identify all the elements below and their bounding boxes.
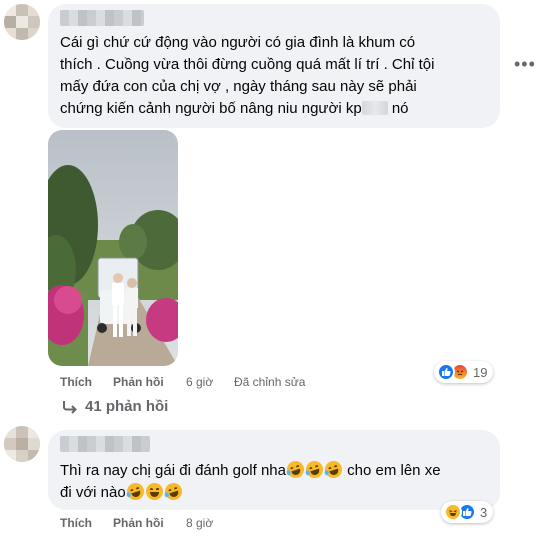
comment-text-segment: Thì ra nay chị gái đi đánh golf nha bbox=[60, 462, 286, 479]
comment-text-line: đi với nào bbox=[60, 480, 184, 503]
reply-arrow-icon bbox=[63, 400, 77, 414]
reaction-summary[interactable]: 19 bbox=[434, 361, 494, 383]
rofl-emoji bbox=[303, 458, 326, 481]
comment-bubble: Thì ra nay chị gái đi đánh golf nha cho … bbox=[48, 430, 500, 510]
like-icon bbox=[437, 363, 455, 381]
reaction-count: 19 bbox=[473, 364, 488, 380]
like-button[interactable]: Thích bbox=[60, 374, 92, 390]
comment-text-segment: chứng kiến cảnh người bố nâng niu người … bbox=[60, 100, 362, 117]
redacted-word bbox=[361, 101, 388, 115]
reply-button[interactable]: Phản hồi bbox=[113, 374, 164, 390]
reaction-count: 3 bbox=[480, 504, 488, 520]
like-button[interactable]: Thích bbox=[60, 515, 92, 531]
commenter-avatar[interactable] bbox=[4, 4, 40, 40]
replies-count-label: 41 phản hồi bbox=[85, 398, 169, 415]
reply-button[interactable]: Phản hồi bbox=[113, 515, 164, 531]
commenter-avatar[interactable] bbox=[4, 426, 40, 462]
comment-bubble: Cái gì chứ cứ động vào người có gia đình… bbox=[48, 4, 500, 128]
view-replies-button[interactable]: 41 phản hồi bbox=[62, 398, 168, 415]
timestamp[interactable]: 6 giờ bbox=[186, 374, 213, 390]
reaction-summary[interactable]: 3 bbox=[441, 501, 494, 523]
comment-text-line: Thì ra nay chị gái đi đánh golf nha cho … bbox=[60, 458, 441, 481]
comment-text-line: mấy đứa con của chị vợ , ngày tháng sau … bbox=[60, 78, 417, 95]
comment-text-line: chứng kiến cảnh người bố nâng niu người … bbox=[60, 98, 409, 119]
haha-icon bbox=[444, 503, 462, 521]
comment-text-segment: đi với nào bbox=[60, 484, 126, 501]
golf-course-image bbox=[48, 130, 178, 366]
commenter-name[interactable] bbox=[60, 10, 144, 26]
edited-label: Đã chỉnh sửa bbox=[234, 375, 306, 389]
rofl-emoji bbox=[124, 480, 146, 503]
comment-text-line: Cái gì chứ cứ động vào người có gia đình… bbox=[60, 34, 416, 51]
timestamp[interactable]: 8 giờ bbox=[186, 515, 213, 531]
rofl-emoji bbox=[322, 458, 345, 481]
grin-sweat-emoji bbox=[145, 483, 163, 500]
comment-text-line: thích . Cuồng vừa thôi đừng cuồng quá mấ… bbox=[60, 56, 435, 73]
rofl-emoji bbox=[284, 458, 307, 481]
more-horizontal-icon[interactable]: ••• bbox=[514, 55, 536, 73]
comment-text-segment: nó bbox=[391, 100, 409, 117]
comment-photo[interactable] bbox=[48, 130, 178, 366]
comment-text-segment: cho em lên xe bbox=[342, 462, 441, 479]
commenter-name[interactable] bbox=[60, 436, 150, 452]
rofl-emoji bbox=[162, 480, 184, 503]
